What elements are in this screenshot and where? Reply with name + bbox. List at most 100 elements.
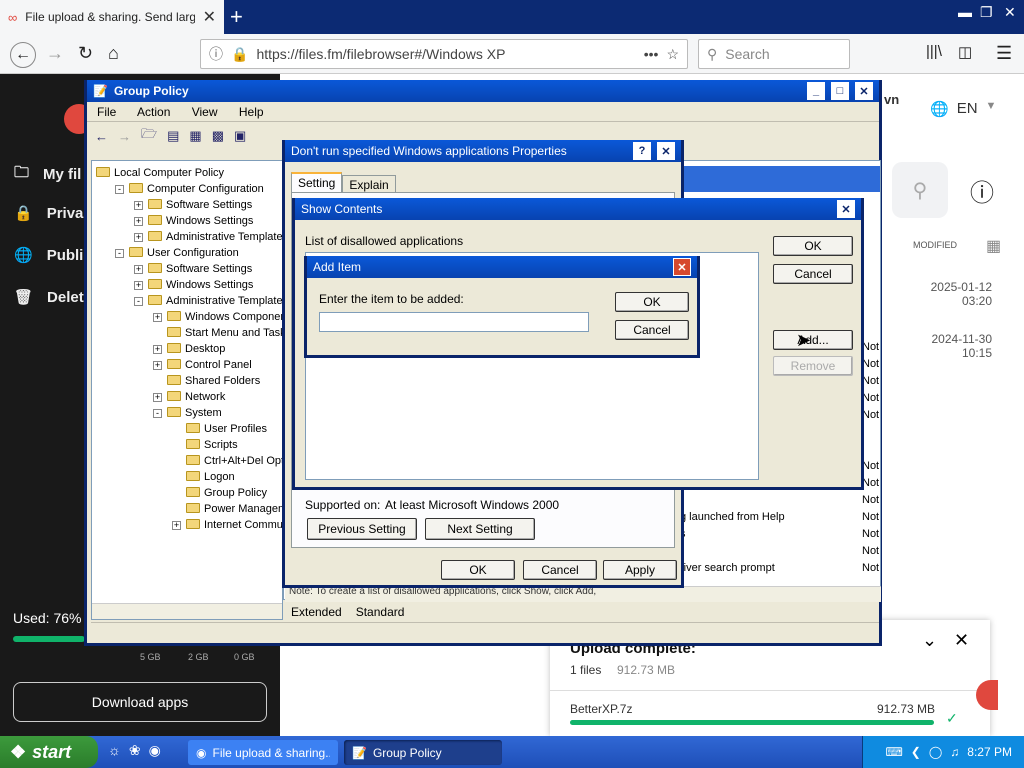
tree-node[interactable]: Power Managemen: [172, 501, 299, 517]
tree-node[interactable]: + Windows Settings: [134, 213, 253, 229]
expand-icon[interactable]: +: [153, 345, 162, 354]
url-bar[interactable]: ⓘ 🔒 https://files.fm/filebrowser#/Window…: [200, 39, 688, 69]
ok-button[interactable]: OK: [441, 560, 515, 580]
minimize-browser-button[interactable]: ▬: [958, 4, 972, 20]
policy-row[interactable]: g launched from Help Not: [680, 511, 880, 523]
tree-node[interactable]: Shared Folders: [153, 373, 260, 389]
group-policy-titlebar[interactable]: 📝 Group Policy _ □ ✕: [87, 80, 879, 102]
library-icon[interactable]: |||\: [926, 43, 942, 60]
media-icon[interactable]: ❀: [129, 742, 141, 759]
info-button[interactable]: ⓘ: [954, 162, 1010, 218]
page-actions-icon[interactable]: •••: [644, 46, 659, 62]
add-item-titlebar[interactable]: Add Item ✕: [307, 256, 697, 278]
close-button[interactable]: ✕: [837, 200, 855, 218]
download-apps-button[interactable]: Download apps: [13, 682, 267, 722]
forward-arrow-icon[interactable]: →: [46, 43, 64, 64]
maximize-button[interactable]: □: [831, 82, 849, 100]
help-button[interactable]: ?: [633, 142, 651, 160]
network-icon[interactable]: ◯: [929, 745, 942, 759]
home-icon[interactable]: ⌂: [108, 43, 119, 64]
volume-icon[interactable]: ♫: [950, 745, 959, 759]
menu-help[interactable]: Help: [239, 105, 264, 119]
info-icon[interactable]: ⓘ: [209, 44, 223, 64]
sidebar-item-my-files[interactable]: 🗀 My fil: [14, 162, 81, 187]
search-input[interactable]: ⚲ Search: [698, 39, 850, 69]
sidebar-item-deleted[interactable]: 🗑 Delet: [14, 288, 84, 307]
tree-node[interactable]: + Network: [153, 389, 225, 405]
expand-icon[interactable]: +: [134, 201, 143, 210]
tree-node[interactable]: + Desktop: [153, 341, 225, 357]
show-tree-icon[interactable]: ▤: [167, 128, 179, 144]
close-button[interactable]: ✕: [657, 142, 675, 160]
tab-standard[interactable]: Standard: [356, 605, 405, 619]
modified-column-header[interactable]: MODIFIED: [913, 240, 957, 250]
tree-node[interactable]: - User Configuration: [115, 245, 239, 261]
tree-node[interactable]: Ctrl+Alt+Del Optio: [172, 453, 293, 469]
tree-node[interactable]: - Administrative Templates: [134, 293, 288, 309]
language-selector[interactable]: 🌐 EN ▼: [930, 100, 996, 118]
menu-file[interactable]: File: [97, 105, 116, 119]
sidebar-item-private[interactable]: 🔒 Priva: [14, 204, 83, 223]
expand-icon[interactable]: +: [153, 393, 162, 402]
item-input[interactable]: [319, 312, 589, 332]
collapse-icon[interactable]: -: [115, 249, 124, 258]
expand-icon[interactable]: +: [134, 265, 143, 274]
export-icon[interactable]: ▩: [212, 128, 224, 144]
collapse-icon[interactable]: -: [134, 297, 143, 306]
task-firefox[interactable]: ◉ File upload & sharing....: [188, 740, 338, 765]
close-button[interactable]: ✕: [855, 82, 873, 100]
tree-node[interactable]: Scripts: [172, 437, 238, 453]
next-setting-button[interactable]: Next Setting: [425, 518, 535, 540]
close-icon[interactable]: ✕: [954, 630, 969, 651]
expand-icon[interactable]: +: [134, 217, 143, 226]
collapse-icon[interactable]: ⌄: [922, 630, 937, 651]
collapse-icon[interactable]: -: [115, 185, 124, 194]
tree-node[interactable]: - Computer Configuration: [115, 181, 264, 197]
policy-row[interactable]: sNot: [680, 528, 880, 540]
ok-button[interactable]: OK: [615, 292, 689, 312]
tree-node[interactable]: + Internet Communic: [172, 517, 297, 533]
back-icon[interactable]: ←: [95, 129, 108, 144]
keyboard-icon[interactable]: ⌨: [885, 745, 902, 759]
expand-icon[interactable]: +: [153, 313, 162, 322]
properties-icon[interactable]: ▦: [189, 128, 201, 144]
tab-setting[interactable]: Setting: [291, 172, 343, 194]
task-group-policy[interactable]: 📝 Group Policy: [344, 740, 502, 765]
close-button[interactable]: ✕: [673, 258, 691, 276]
menu-view[interactable]: View: [192, 105, 218, 119]
menu-icon[interactable]: ☰: [996, 43, 1012, 64]
menu-action[interactable]: Action: [137, 105, 170, 119]
add-button[interactable]: Add...: [773, 330, 853, 350]
bookmark-star-icon[interactable]: ☆: [666, 46, 679, 63]
tree-node[interactable]: + Control Panel: [153, 357, 252, 373]
help-icon[interactable]: ▣: [234, 128, 246, 144]
browser-tab[interactable]: ∞ File upload & sharing. Send large p ✕: [0, 0, 224, 34]
explorer-icon[interactable]: ◉: [149, 742, 161, 759]
ok-button[interactable]: OK: [773, 236, 853, 256]
expand-icon[interactable]: +: [172, 521, 181, 530]
cancel-button[interactable]: Cancel: [615, 320, 689, 340]
new-tab-button[interactable]: +: [230, 4, 243, 30]
up-folder-icon[interactable]: 🗁: [141, 125, 157, 147]
tree-node[interactable]: + Windows Components: [153, 309, 295, 325]
properties-titlebar[interactable]: Don't run specified Windows applications…: [285, 140, 681, 162]
tree-node[interactable]: + Software Settings: [134, 261, 252, 277]
sidebar-toggle-icon[interactable]: ◫: [958, 43, 972, 61]
tree-node[interactable]: + Software Settings: [134, 197, 252, 213]
tab-extended[interactable]: Extended: [291, 605, 342, 619]
restore-browser-button[interactable]: ❐: [980, 4, 993, 21]
reload-icon[interactable]: ↻: [78, 43, 93, 64]
minimize-button[interactable]: _: [807, 82, 825, 100]
previous-setting-button[interactable]: Previous Setting: [307, 518, 417, 540]
cancel-button[interactable]: Cancel: [773, 264, 853, 284]
show-contents-titlebar[interactable]: Show Contents ✕: [295, 198, 861, 220]
forward-icon[interactable]: →: [118, 129, 131, 144]
chat-button[interactable]: [976, 680, 998, 710]
close-tab-icon[interactable]: ✕: [203, 7, 216, 27]
collapse-icon[interactable]: -: [153, 409, 162, 418]
chevron-icon[interactable]: ❮: [911, 745, 921, 759]
tree-node[interactable]: + Windows Settings: [134, 277, 253, 293]
tree-node[interactable]: User Profiles: [172, 421, 267, 437]
expand-icon[interactable]: +: [134, 281, 143, 290]
expand-icon[interactable]: +: [153, 361, 162, 370]
